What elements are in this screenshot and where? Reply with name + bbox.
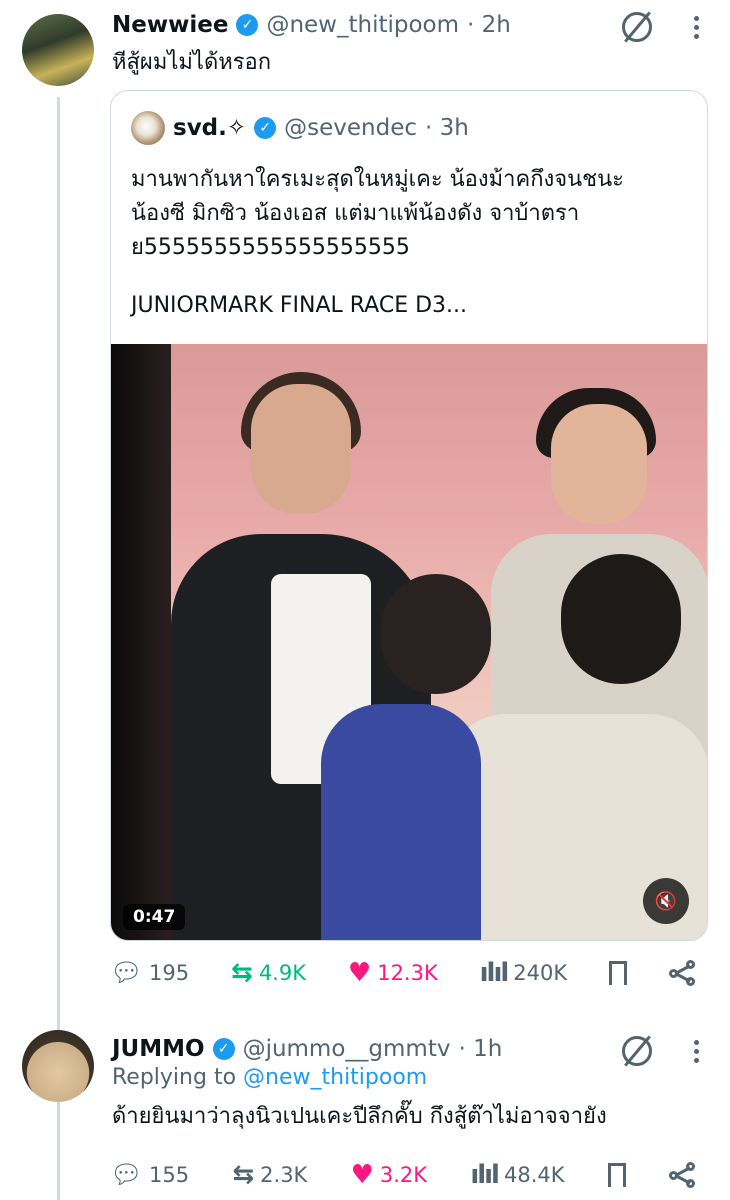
like-count: 12.3K xyxy=(377,961,438,985)
retweet-button[interactable]: ⇆ 2.3K xyxy=(232,1162,307,1188)
quote-tweet[interactable]: svd.✧ ✓ @sevendec · 3h มานพากันหาใครเมะส… xyxy=(110,90,708,941)
avatar[interactable] xyxy=(22,1030,94,1102)
heart-icon: ♥ xyxy=(347,958,372,988)
quote-text-tail: JUNIORMARK FINAL RACE D3... xyxy=(131,293,468,318)
reply-button[interactable]: 💬︎ 155 xyxy=(110,1162,189,1188)
reply-button[interactable]: 💬︎ 195 xyxy=(110,960,189,986)
views-count: 48.4K xyxy=(503,1163,565,1187)
views-icon: ılıl xyxy=(470,1160,500,1190)
share-button[interactable] xyxy=(669,1162,695,1188)
more-icon[interactable] xyxy=(692,1040,700,1063)
replying-prefix: Replying to xyxy=(112,1065,237,1090)
retweet-count: 2.3K xyxy=(260,1163,308,1187)
retweet-count: 4.9K xyxy=(258,961,306,985)
bookmark-icon xyxy=(609,961,628,991)
tweet-header: JUMMO ✓ @jummo__gmmtv · 1h xyxy=(112,1036,502,1062)
author-name[interactable]: Newwiee xyxy=(112,12,228,38)
tweet-text: หีสู้ผมไม่ได้หรอก xyxy=(112,50,272,75)
retweet-button[interactable]: ⇆ 4.9K xyxy=(231,960,306,986)
action-bar: 💬︎ 195 ⇆ 4.9K ♥ 12.3K ılıl 240K xyxy=(110,960,695,991)
video-duration: 0:47 xyxy=(123,904,186,930)
share-icon xyxy=(668,960,695,986)
grok-icon[interactable] xyxy=(622,1036,652,1066)
quote-text-line: ย5555555555555555555 xyxy=(131,235,410,260)
share-button[interactable] xyxy=(668,960,695,986)
author-handle[interactable]: @jummo__gmmtv xyxy=(243,1036,451,1062)
reply-count: 195 xyxy=(149,961,190,985)
share-icon xyxy=(669,1162,695,1188)
more-icon[interactable] xyxy=(692,16,700,39)
views-button[interactable]: ılıl 48.4K xyxy=(470,1162,564,1188)
like-button[interactable]: ♥ 3.2K xyxy=(351,1162,427,1188)
quote-header: svd.✧ ✓ @sevendec · 3h xyxy=(131,111,469,145)
like-count: 3.2K xyxy=(379,1163,428,1187)
heart-icon: ♥ xyxy=(350,1160,374,1190)
replying-to: Replying to @new_thitipoom xyxy=(112,1065,427,1090)
quote-text: มานพากันหาใครเมะสุดในหมู่เคะ น้องม้าคกึง… xyxy=(131,163,624,323)
tweet-newwiee[interactable]: Newwiee ✓ @new_thitipoom · 2h หีสู้ผมไม่… xyxy=(0,0,730,1010)
tweet-time[interactable]: · 1h xyxy=(458,1036,502,1062)
reply-icon: 💬︎ xyxy=(110,1160,144,1190)
author-handle[interactable]: @new_thitipoom xyxy=(266,12,459,38)
avatar[interactable] xyxy=(22,14,94,86)
quote-text-line: น้องซี มิกซิว น้องเอส แต่มาแพ้น้องดัง จา… xyxy=(131,201,580,226)
replying-to-link[interactable]: @new_thitipoom xyxy=(243,1065,427,1090)
unmute-icon[interactable]: 🔇 xyxy=(643,878,689,924)
reply-icon: 💬︎ xyxy=(110,958,144,988)
bookmark-icon xyxy=(607,1163,626,1193)
verified-badge-icon: ✓ xyxy=(254,117,277,139)
views-count: 240K xyxy=(513,961,568,985)
quote-avatar[interactable] xyxy=(131,111,165,145)
quote-time: · 3h xyxy=(425,115,469,141)
quote-text-line: มานพากันหาใครเมะสุดในหมู่เคะ น้องม้าคกึง… xyxy=(131,167,624,192)
quote-author-handle[interactable]: @sevendec xyxy=(284,115,417,141)
author-name[interactable]: JUMMO xyxy=(112,1036,205,1062)
tweet-text: ด้ายยินมาว่าลุงนิวเปนเคะปีลึกคั๊บ กึงสู้… xyxy=(112,1104,607,1129)
bookmark-button[interactable] xyxy=(607,1163,626,1193)
tweet-time[interactable]: · 2h xyxy=(467,12,511,38)
action-bar: 💬︎ 155 ⇆ 2.3K ♥ 3.2K ılıl 48.4K xyxy=(110,1162,695,1193)
verified-badge-icon: ✓ xyxy=(236,14,259,36)
bookmark-button[interactable] xyxy=(609,961,628,991)
retweet-icon: ⇆ xyxy=(232,1160,255,1190)
quote-author-name[interactable]: svd.✧ xyxy=(173,115,246,141)
verified-badge-icon: ✓ xyxy=(212,1038,235,1060)
views-button[interactable]: ılıl 240K xyxy=(480,960,568,986)
reply-count: 155 xyxy=(149,1163,190,1187)
video-player[interactable]: 0:47 🔇 xyxy=(111,344,707,940)
views-icon: ılıl xyxy=(479,958,510,988)
like-button[interactable]: ♥ 12.3K xyxy=(348,960,438,986)
tweet-header: Newwiee ✓ @new_thitipoom · 2h xyxy=(112,12,511,38)
tweet-jummo[interactable]: JUMMO ✓ @jummo__gmmtv · 1h Replying to @… xyxy=(0,1010,730,1200)
retweet-icon: ⇆ xyxy=(231,958,253,988)
grok-icon[interactable] xyxy=(622,12,652,42)
